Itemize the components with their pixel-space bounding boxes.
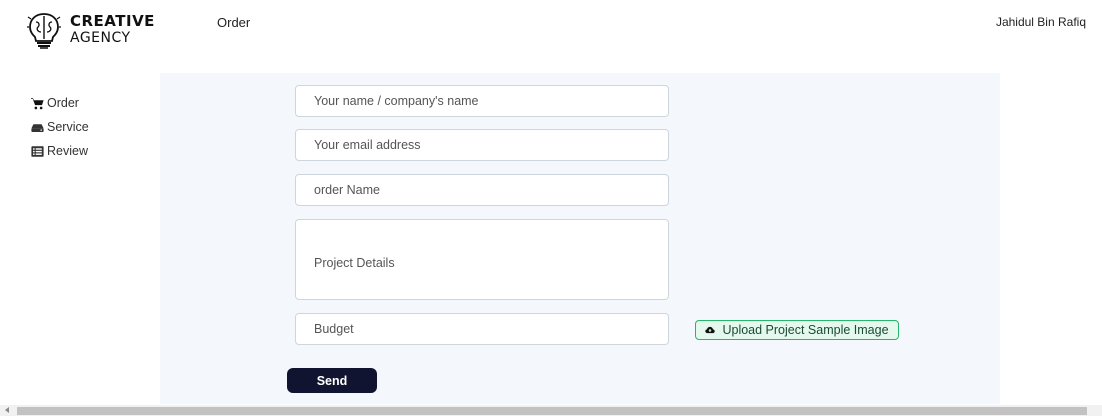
cloud-upload-icon xyxy=(705,326,716,334)
order-name-field[interactable] xyxy=(295,174,669,206)
hdd-icon xyxy=(31,123,44,132)
budget-field[interactable] xyxy=(295,313,669,345)
brand-name-line2: AGENCY xyxy=(70,30,131,46)
brain-bulb-logo-icon xyxy=(27,13,61,49)
sidebar: Order Service Review xyxy=(31,91,89,163)
scrollbar-thumb[interactable] xyxy=(17,407,1087,415)
page-title: Order xyxy=(217,15,251,30)
sidebar-item-order[interactable]: Order xyxy=(31,91,89,115)
sidebar-item-review[interactable]: Review xyxy=(31,139,89,163)
list-icon xyxy=(31,145,44,157)
name-field[interactable] xyxy=(295,85,669,117)
sidebar-item-label: Service xyxy=(47,120,89,134)
brand-name-line1: CREATIVE xyxy=(70,12,155,30)
cart-icon xyxy=(31,97,44,109)
sidebar-item-label: Order xyxy=(47,96,79,110)
sidebar-item-label: Review xyxy=(47,144,88,158)
upload-button-label: Upload Project Sample Image xyxy=(722,323,889,337)
send-button[interactable]: Send xyxy=(287,368,377,393)
horizontal-scrollbar[interactable] xyxy=(0,405,1102,416)
sidebar-item-service[interactable]: Service xyxy=(31,115,89,139)
scroll-left-arrow-icon[interactable] xyxy=(5,407,9,413)
project-details-field[interactable] xyxy=(295,219,669,300)
brand-logo[interactable]: CREATIVE AGENCY xyxy=(26,10,155,50)
user-name: Jahidul Bin Rafiq xyxy=(995,15,1086,29)
email-field[interactable] xyxy=(295,129,669,161)
upload-image-button[interactable]: Upload Project Sample Image xyxy=(695,320,899,340)
order-form-panel: Upload Project Sample Image Send xyxy=(160,73,1000,404)
